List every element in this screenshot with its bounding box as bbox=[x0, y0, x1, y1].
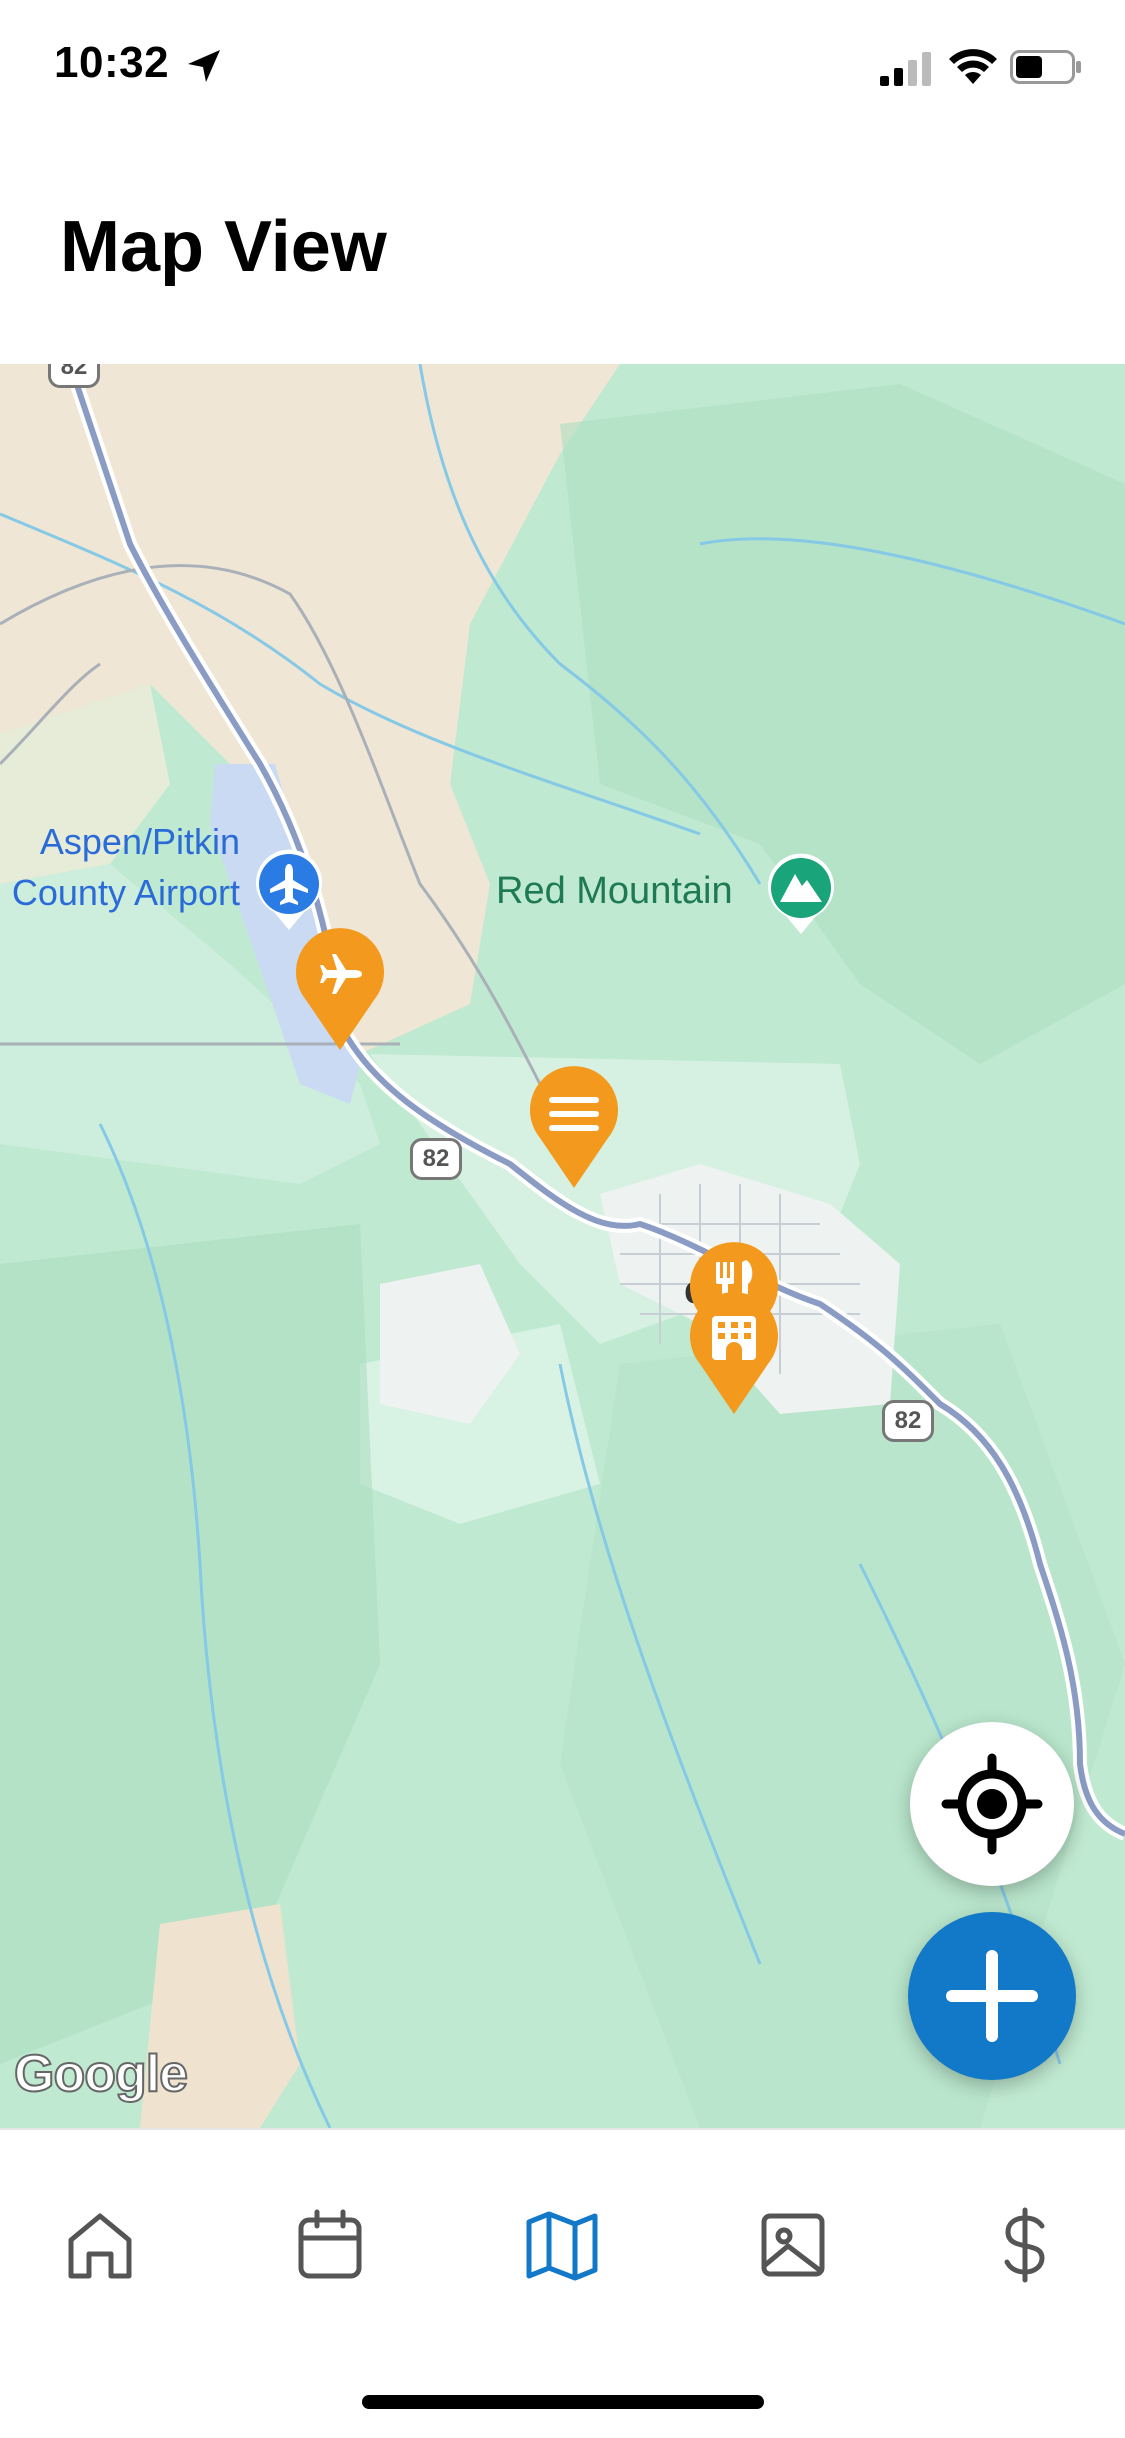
tab-budget[interactable] bbox=[980, 2200, 1070, 2290]
note-marker[interactable] bbox=[528, 1066, 620, 1190]
tab-map[interactable] bbox=[517, 2200, 607, 2290]
dollar-icon bbox=[1004, 2207, 1045, 2283]
tab-bar bbox=[0, 2128, 1125, 2438]
flight-marker[interactable] bbox=[294, 928, 386, 1052]
mountain-poi-icon[interactable] bbox=[764, 852, 838, 936]
add-place-button[interactable] bbox=[908, 1912, 1076, 2080]
cellular-signal-icon bbox=[880, 52, 931, 86]
plus-icon bbox=[946, 1950, 1038, 2042]
tab-home[interactable] bbox=[55, 2200, 145, 2290]
page-title: Map View bbox=[60, 207, 387, 287]
tab-photos[interactable] bbox=[748, 2200, 838, 2290]
hotel-icon bbox=[712, 1316, 756, 1360]
calendar-icon bbox=[298, 2209, 362, 2279]
battery-icon bbox=[1010, 50, 1081, 84]
image-icon bbox=[761, 2213, 825, 2277]
status-bar: 10:32 bbox=[0, 0, 1125, 140]
highway-shield: 82 bbox=[410, 1138, 462, 1180]
highway-shield: 82 bbox=[48, 364, 100, 388]
status-time: 10:32 bbox=[54, 38, 170, 87]
locate-me-button[interactable] bbox=[910, 1722, 1074, 1886]
home-icon bbox=[68, 2213, 132, 2279]
google-attribution: Google bbox=[13, 2044, 189, 2104]
map-icon bbox=[526, 2211, 598, 2281]
tab-calendar[interactable] bbox=[285, 2200, 375, 2290]
lodging-marker[interactable] bbox=[688, 1292, 780, 1416]
red-mountain-label: Red Mountain bbox=[496, 870, 733, 912]
airport-poi-icon[interactable] bbox=[252, 848, 326, 932]
wifi-icon bbox=[949, 49, 997, 84]
location-arrow-icon bbox=[188, 50, 220, 82]
airport-label: Aspen/Pitkin County Airport bbox=[11, 821, 240, 913]
home-indicator bbox=[362, 2395, 764, 2409]
highway-shield: 82 bbox=[882, 1400, 934, 1442]
crosshair-icon bbox=[941, 1753, 1043, 1855]
